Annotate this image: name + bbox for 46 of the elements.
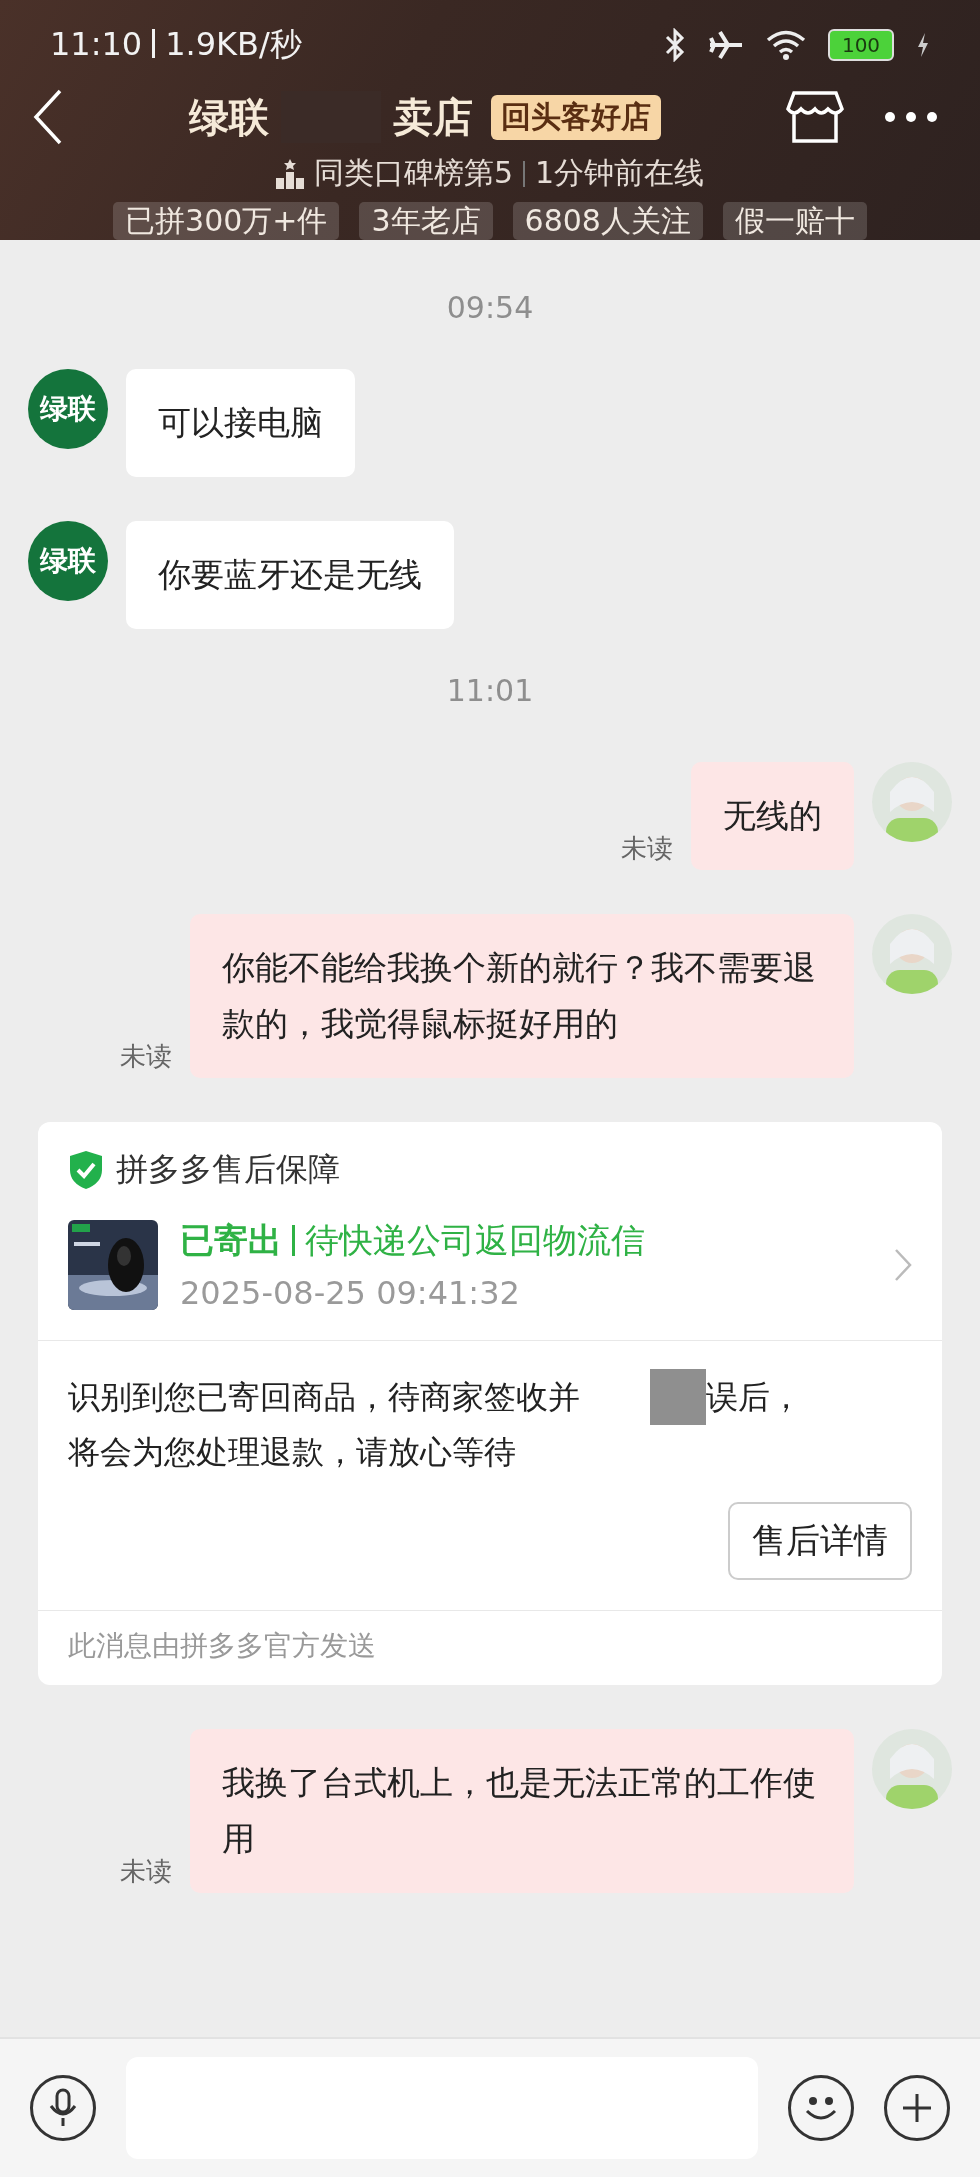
message-bubble: 可以接电脑 <box>126 369 355 478</box>
store-icon[interactable] <box>786 89 844 146</box>
message-bubble: 无线的 <box>691 762 854 871</box>
shipment-status: 已寄出 待快递公司返回物流信 <box>180 1219 646 1263</box>
more-icon[interactable] <box>884 111 938 124</box>
after-sale-details-button[interactable]: 售后详情 <box>728 1501 912 1580</box>
online-status: 1分钟前在线 <box>535 154 705 192</box>
card-message: 识别到您已寄回商品，待商家签收并 <box>68 1377 580 1419</box>
plus-button[interactable] <box>884 2075 950 2141</box>
read-status: 未读 <box>621 832 673 866</box>
shop-tag: 6808人关注 <box>512 202 703 240</box>
emoji-button[interactable] <box>788 2075 854 2141</box>
shop-badge: 回头客好店 <box>491 94 661 140</box>
ranking-icon <box>275 158 304 189</box>
redaction-block <box>650 1369 706 1426</box>
message-bubble: 你要蓝牙还是无线 <box>126 521 454 630</box>
ranking-text: 同类口碑榜第5 <box>313 154 513 192</box>
read-status: 未读 <box>120 1040 172 1074</box>
read-status: 未读 <box>120 1855 172 1889</box>
message-bubble: 我换了台式机上，也是无法正常的工作使用 <box>190 1728 854 1894</box>
charging-icon <box>916 31 930 58</box>
message-bubble: 你能不能给我换个新的就行？我不需要退款的，我觉得鼠标挺好用的 <box>190 914 854 1079</box>
airplane-icon <box>708 29 744 60</box>
card-message: 将会为您处理退款，请放心等待 <box>68 1433 516 1472</box>
shop-tag: 假一赔十 <box>722 202 867 240</box>
shop-avatar: 绿联 <box>28 369 108 449</box>
timestamp: 11:01 <box>446 673 534 709</box>
wifi-icon <box>766 29 806 60</box>
shipment-date: 2025-08-25 09:41:32 <box>180 1274 521 1313</box>
shop-name: 卖店 <box>393 92 473 142</box>
plus-icon <box>900 2091 934 2125</box>
card-message: 误后， <box>706 1377 802 1419</box>
card-footer: 此消息由拼多多官方发送 <box>68 1628 376 1662</box>
shield-check-icon <box>68 1150 104 1191</box>
status-time: 11:10 1.9KB/秒 <box>50 23 302 65</box>
shop-tag: 3年老店 <box>359 202 493 240</box>
battery-icon: 100 <box>828 28 894 61</box>
bluetooth-icon <box>664 27 686 62</box>
timestamp: 09:54 <box>446 290 534 325</box>
chevron-right-icon <box>894 1248 912 1283</box>
card-title: 拼多多售后保障 <box>116 1149 340 1191</box>
shop-avatar: 绿联 <box>28 521 108 602</box>
shop-tag: 已拼300万+件 <box>113 202 340 240</box>
microphone-icon <box>48 2088 78 2128</box>
microphone-button[interactable] <box>30 2075 96 2141</box>
shop-name: 绿联 <box>189 92 269 142</box>
